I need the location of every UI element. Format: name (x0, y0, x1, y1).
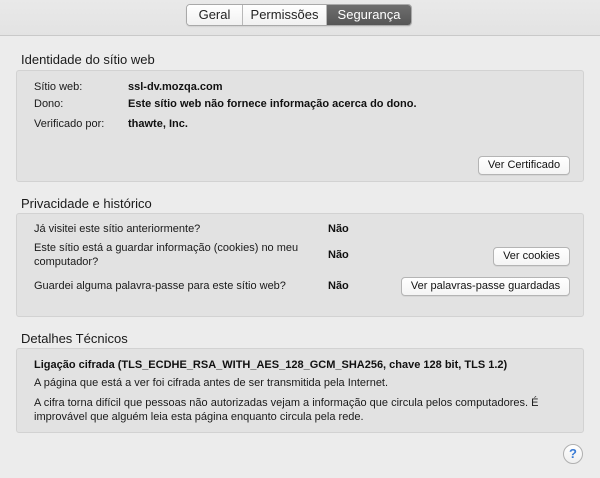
tab-geral[interactable]: Geral (187, 5, 243, 25)
site-label: Sítio web: (34, 81, 83, 93)
tab-group: Geral Permissões Segurança (186, 4, 412, 26)
view-certificate-button[interactable]: Ver Certificado (478, 156, 570, 175)
owner-label: Dono: (34, 98, 64, 110)
tab-permissoes[interactable]: Permissões (243, 5, 327, 25)
encryption-info-2a: A cifra torna difícil que pessoas não au… (34, 397, 539, 409)
visited-answer: Não (328, 223, 349, 235)
owner-value: Este sítio web não fornece informação ac… (128, 98, 417, 110)
verified-label: Verificado por: (34, 118, 105, 130)
technical-section-title: Detalhes Técnicos (21, 331, 128, 346)
privacy-section-title: Privacidade e histórico (21, 196, 152, 211)
view-cookies-button[interactable]: Ver cookies (493, 247, 570, 266)
help-icon[interactable]: ? (563, 444, 583, 464)
identity-section-title: Identidade do sítio web (21, 52, 155, 67)
password-question: Guardei alguma palavra-passe para este s… (34, 280, 286, 292)
identity-panel: Sítio web: ssl-dv.mozqa.com Dono: Este s… (16, 70, 584, 182)
cookies-answer: Não (328, 249, 349, 261)
toolbar: Geral Permissões Segurança (0, 0, 600, 36)
site-value: ssl-dv.mozqa.com (128, 81, 223, 93)
technical-panel: Ligação cifrada (TLS_ECDHE_RSA_WITH_AES_… (16, 348, 584, 433)
tab-seguranca[interactable]: Segurança (327, 5, 411, 25)
view-saved-passwords-button[interactable]: Ver palavras-passe guardadas (401, 277, 570, 296)
encryption-info-2b: improvável que alguém leia esta página e… (34, 411, 364, 423)
connection-details: Ligação cifrada (TLS_ECDHE_RSA_WITH_AES_… (34, 359, 508, 371)
privacy-panel: Já visitei este sítio anteriormente? Não… (16, 213, 584, 317)
verified-value: thawte, Inc. (128, 118, 188, 130)
cookies-question-line2: computador? (34, 256, 99, 268)
password-answer: Não (328, 280, 349, 292)
encryption-info-1: A página que está a ver foi cifrada ante… (34, 377, 389, 389)
visited-question: Já visitei este sítio anteriormente? (34, 223, 201, 235)
cookies-question-line1: Este sítio está a guardar informação (co… (34, 242, 299, 254)
